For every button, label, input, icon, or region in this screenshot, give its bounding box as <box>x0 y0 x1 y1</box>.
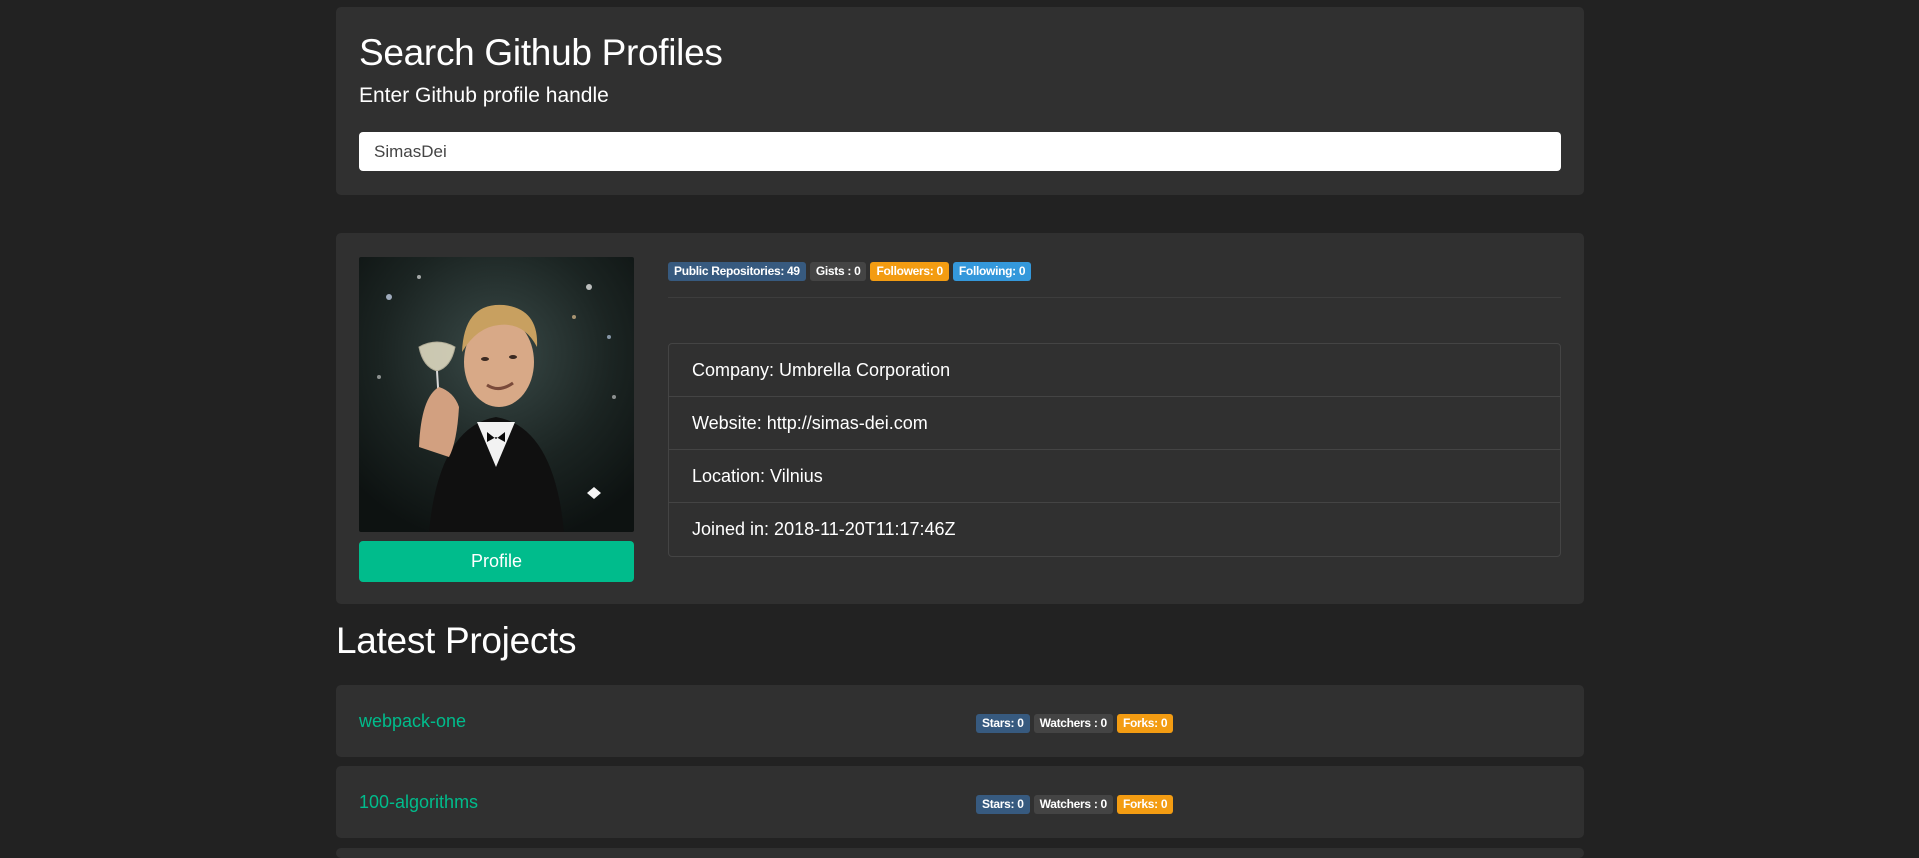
avatar-image <box>359 257 634 532</box>
repo-badges: Stars: 0 Watchers : 0 Forks: 0 <box>976 714 1174 733</box>
gists-badge: Gists : 0 <box>809 262 867 281</box>
profile-badges: Public Repositories: 49 Gists : 0 Follow… <box>668 262 1032 281</box>
search-subtitle: Enter Github profile handle <box>359 84 609 108</box>
search-input[interactable] <box>359 132 1561 171</box>
following-badge: Following: 0 <box>952 262 1032 281</box>
stars-badge: Stars: 0 <box>976 714 1030 733</box>
public-repos-badge: Public Repositories: 49 <box>668 262 806 281</box>
followers-badge: Followers: 0 <box>870 262 949 281</box>
divider <box>668 297 1561 298</box>
watchers-badge: Watchers : 0 <box>1033 795 1113 814</box>
search-title: Search Github Profiles <box>359 32 723 73</box>
latest-projects-title: Latest Projects <box>336 620 577 661</box>
location-item: Location: Vilnius <box>669 450 1560 503</box>
stars-badge: Stars: 0 <box>976 795 1030 814</box>
avatar <box>359 257 634 532</box>
forks-badge: Forks: 0 <box>1116 795 1174 814</box>
repo-link[interactable]: 100-algorithms <box>359 766 478 838</box>
search-card: Search Github Profiles Enter Github prof… <box>336 7 1584 195</box>
repo-card: webpack-one Stars: 0 Watchers : 0 Forks:… <box>336 685 1584 757</box>
watchers-badge: Watchers : 0 <box>1033 714 1113 733</box>
company-item: Company: Umbrella Corporation <box>669 344 1560 397</box>
repo-card: 100-algorithms Stars: 0 Watchers : 0 For… <box>336 766 1584 838</box>
forks-badge: Forks: 0 <box>1116 714 1174 733</box>
repo-card-partial <box>336 848 1584 858</box>
profile-info-list: Company: Umbrella Corporation Website: h… <box>668 343 1561 557</box>
profile-button[interactable]: Profile <box>359 541 634 582</box>
joined-item: Joined in: 2018-11-20T11:17:46Z <box>692 519 956 539</box>
repo-link[interactable]: webpack-one <box>359 685 466 757</box>
website-item: Website: http://simas-dei.com <box>669 397 1560 450</box>
repo-badges: Stars: 0 Watchers : 0 Forks: 0 <box>976 795 1174 814</box>
profile-card: Profile Public Repositories: 49 Gists : … <box>336 233 1584 604</box>
